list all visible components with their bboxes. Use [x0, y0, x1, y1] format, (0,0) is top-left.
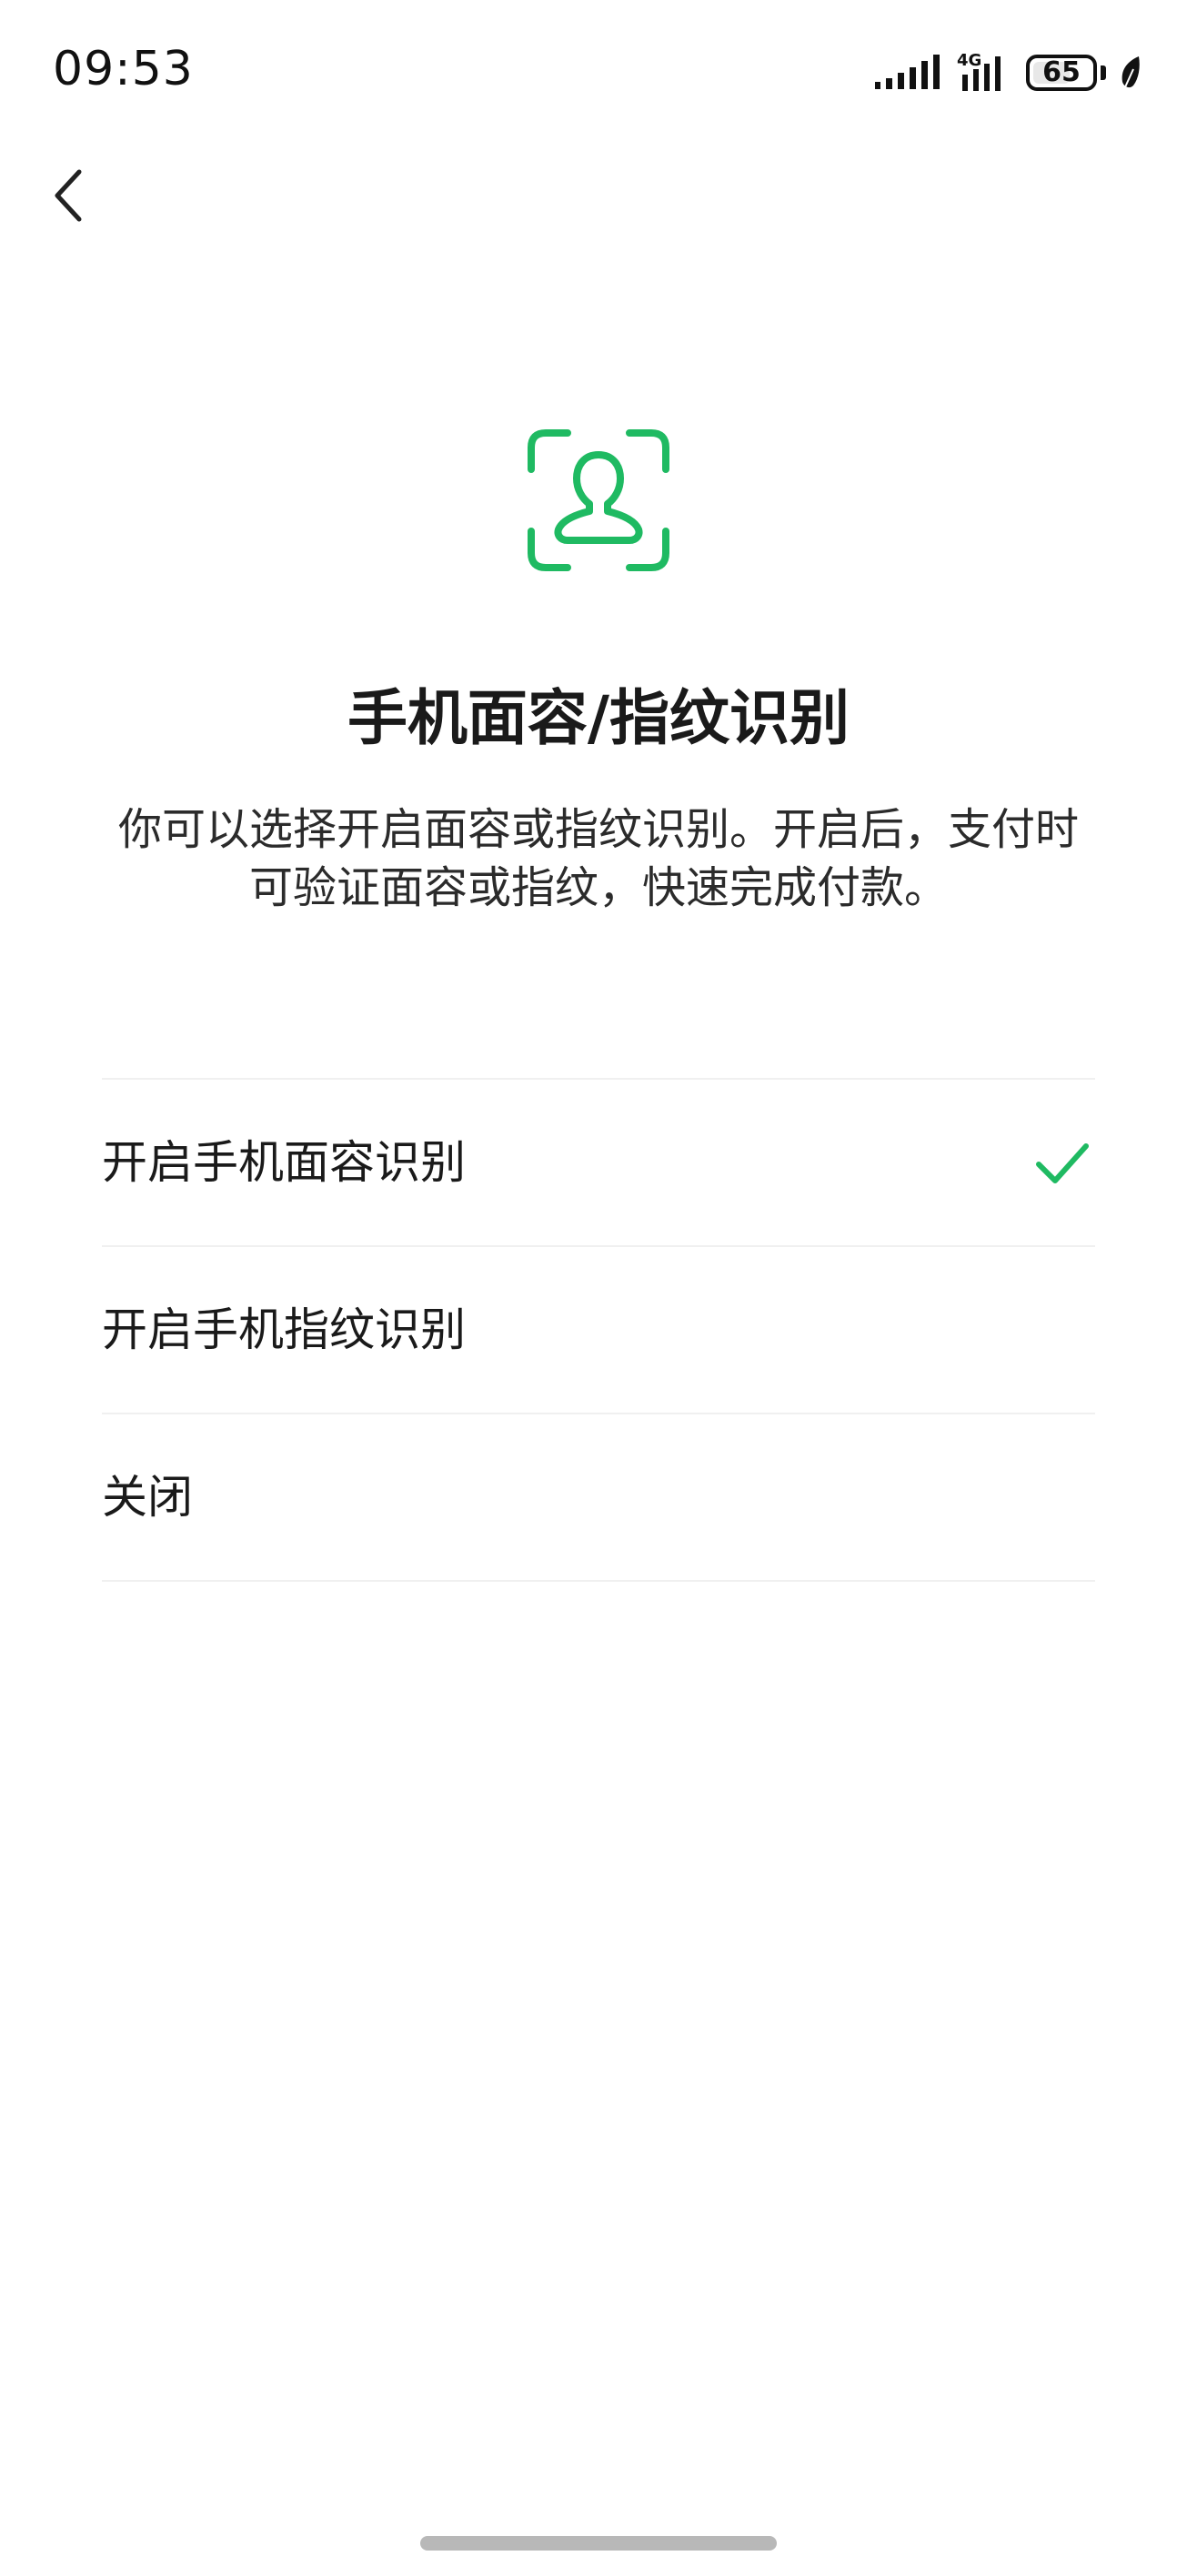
check-icon — [1036, 1143, 1089, 1183]
battery-cap — [1101, 65, 1106, 80]
home-indicator[interactable] — [420, 2536, 777, 2551]
option-label: 开启手机面容识别 — [102, 1136, 466, 1189]
back-button[interactable] — [36, 155, 100, 236]
option-enable-fingerprint-recognition[interactable]: 开启手机指纹识别 — [102, 1247, 1095, 1414]
leaf-icon — [1122, 56, 1140, 90]
page-title: 手机面容/指纹识别 — [347, 683, 850, 753]
page-description: 你可以选择开启面容或指纹识别。开启后，支付时可验证面容或指纹，快速完成付款。 — [117, 804, 1079, 913]
status-icons: 4G 65 — [875, 45, 1142, 100]
status-time: 09:53 — [53, 42, 194, 96]
cellular-signal-icon-secondary — [962, 56, 1001, 91]
option-label: 关闭 — [102, 1471, 193, 1524]
option-disable[interactable]: 关闭 — [102, 1414, 1095, 1582]
options-list: 开启手机面容识别 开启手机指纹识别 关闭 — [102, 1078, 1095, 1582]
chevron-left-icon — [55, 169, 82, 222]
battery-icon: 65 — [1026, 55, 1097, 91]
network-indicator: 4G — [957, 53, 1013, 93]
status-bar: 09:53 4G 65 — [0, 0, 1197, 136]
option-label: 开启手机指纹识别 — [102, 1303, 466, 1356]
face-recognition-icon — [528, 429, 669, 571]
option-enable-face-recognition[interactable]: 开启手机面容识别 — [102, 1080, 1095, 1247]
battery-level: 65 — [1042, 56, 1081, 88]
cellular-signal-icon — [875, 55, 940, 89]
